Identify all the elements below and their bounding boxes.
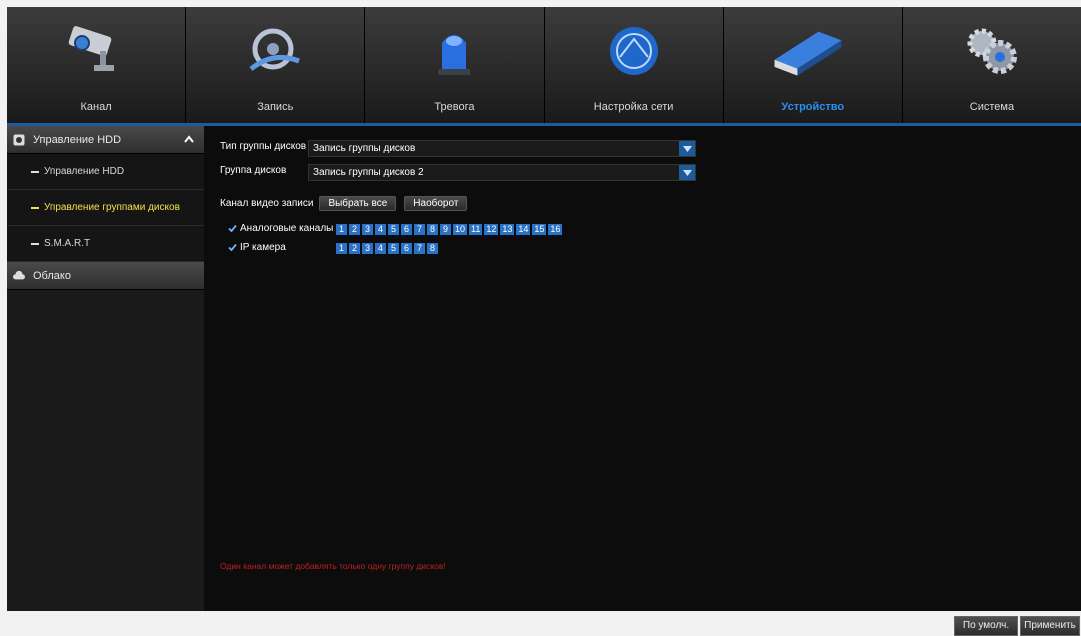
- tab-label: Канал: [80, 101, 112, 113]
- sidebar-section-label: Управление HDD: [33, 133, 122, 146]
- record-channel-row: Канал видео записи Выбрать все Наоборот: [220, 196, 468, 211]
- network-globe-icon: [602, 21, 666, 81]
- channel-button[interactable]: 1: [336, 243, 347, 254]
- channel-button[interactable]: 3: [362, 224, 373, 235]
- sidebar-item-label: S.M.A.R.T: [44, 238, 91, 249]
- tab-alarm[interactable]: Тревога: [365, 7, 545, 123]
- channel-button[interactable]: 10: [453, 224, 468, 235]
- tab-label: Настройка сети: [593, 101, 674, 113]
- tab-system[interactable]: Система: [902, 7, 1081, 123]
- ip-channel-list: 12345678: [336, 243, 438, 254]
- sidebar-section-hdd[interactable]: Управление HDD: [7, 126, 204, 154]
- channel-button[interactable]: 6: [401, 243, 412, 254]
- default-button[interactable]: По умолч.: [954, 616, 1018, 636]
- warning-text: Один канал может добавлять только одну г…: [220, 561, 446, 571]
- channel-button[interactable]: 4: [375, 224, 386, 235]
- channel-button[interactable]: 2: [349, 243, 360, 254]
- channel-button[interactable]: 3: [362, 243, 373, 254]
- channel-button[interactable]: 1: [336, 224, 347, 235]
- ip-channels-row: IP камера: [228, 242, 286, 253]
- sidebar: Управление HDD Управление HDD Управление…: [7, 126, 204, 611]
- film-reel-icon: [243, 21, 307, 81]
- chevron-down-icon: [679, 141, 695, 156]
- dash-icon: [31, 206, 39, 209]
- disk-group-row: Группа дисков: [220, 165, 286, 176]
- analog-label: Аналоговые каналы: [240, 223, 334, 234]
- channel-button[interactable]: 12: [484, 224, 499, 235]
- channel-button[interactable]: 15: [532, 224, 547, 235]
- select-all-button[interactable]: Выбрать все: [319, 196, 397, 211]
- dvr-window: Канал Запись Тревога Настройка сети Устр…: [7, 7, 1081, 636]
- chevron-up-icon[interactable]: [184, 134, 194, 146]
- group-type-value: Запись группы дисков: [313, 143, 416, 154]
- channel-button[interactable]: 5: [388, 224, 399, 235]
- tab-network[interactable]: Настройка сети: [544, 7, 724, 123]
- tab-device[interactable]: Устройство: [723, 7, 903, 123]
- invert-button[interactable]: Наоборот: [404, 196, 468, 211]
- tab-channel[interactable]: Канал: [7, 7, 187, 123]
- sidebar-section-label: Облако: [33, 269, 71, 282]
- group-type-label: Тип группы дисков: [220, 141, 307, 152]
- apply-button[interactable]: Применить: [1020, 616, 1080, 636]
- channel-button[interactable]: 2: [349, 224, 360, 235]
- channel-button[interactable]: 7: [414, 224, 425, 235]
- channel-button[interactable]: 5: [388, 243, 399, 254]
- sidebar-item-label: Управление HDD: [44, 166, 125, 177]
- cloud-icon: [13, 270, 25, 282]
- channel-button[interactable]: 16: [548, 224, 563, 235]
- channel-button[interactable]: 6: [401, 224, 412, 235]
- sidebar-item-label: Управление группами дисков: [44, 202, 180, 213]
- hdd-icon: [13, 134, 25, 146]
- tab-label: Запись: [257, 101, 294, 113]
- tab-record[interactable]: Запись: [186, 7, 366, 123]
- chevron-down-icon: [679, 165, 695, 180]
- sidebar-item-disk-groups[interactable]: Управление группами дисков: [7, 190, 204, 226]
- group-type-select[interactable]: Запись группы дисков: [308, 140, 696, 157]
- sidebar-section-cloud[interactable]: Облако: [7, 262, 204, 290]
- sidebar-item-smart[interactable]: S.M.A.R.T: [7, 226, 204, 262]
- record-channel-label: Канал видео записи: [220, 198, 314, 209]
- channel-button[interactable]: 4: [375, 243, 386, 254]
- checkbox-analog[interactable]: [228, 224, 237, 233]
- hard-drive-icon: [774, 21, 845, 81]
- dash-icon: [31, 242, 39, 245]
- main-panel: Тип группы дисков Запись группы дисков Г…: [204, 126, 1081, 636]
- channel-button[interactable]: 11: [469, 224, 483, 235]
- channel-button[interactable]: 8: [427, 224, 438, 235]
- disk-group-label: Группа дисков: [220, 165, 287, 176]
- analog-channels-row: Аналоговые каналы: [228, 223, 333, 234]
- analog-channel-list: 1 2 3 4 5 6 7 8 9 10 11 12 13 14 15 16: [336, 224, 563, 235]
- sidebar-item-hdd-management[interactable]: Управление HDD: [7, 154, 204, 190]
- tab-label: Система: [969, 101, 1015, 113]
- disk-group-value: Запись группы дисков 2: [313, 167, 424, 178]
- tab-label: Тревога: [434, 101, 475, 113]
- channel-button[interactable]: 7: [414, 243, 425, 254]
- dash-icon: [31, 170, 39, 173]
- channel-button[interactable]: 8: [427, 243, 438, 254]
- ip-label: IP камера: [240, 242, 286, 253]
- tab-label: Устройство: [781, 101, 845, 113]
- alarm-light-icon: [422, 21, 486, 81]
- checkbox-ip[interactable]: [228, 243, 237, 252]
- channel-button[interactable]: 9: [440, 224, 451, 235]
- disk-group-select[interactable]: Запись группы дисков 2: [308, 164, 696, 181]
- group-type-row: Тип группы дисков: [220, 141, 306, 152]
- camera-icon: [64, 21, 128, 81]
- channel-button[interactable]: 14: [516, 224, 531, 235]
- channel-button[interactable]: 13: [500, 224, 515, 235]
- top-tab-bar: Канал Запись Тревога Настройка сети Устр…: [7, 7, 1081, 123]
- gears-icon: [960, 21, 1024, 81]
